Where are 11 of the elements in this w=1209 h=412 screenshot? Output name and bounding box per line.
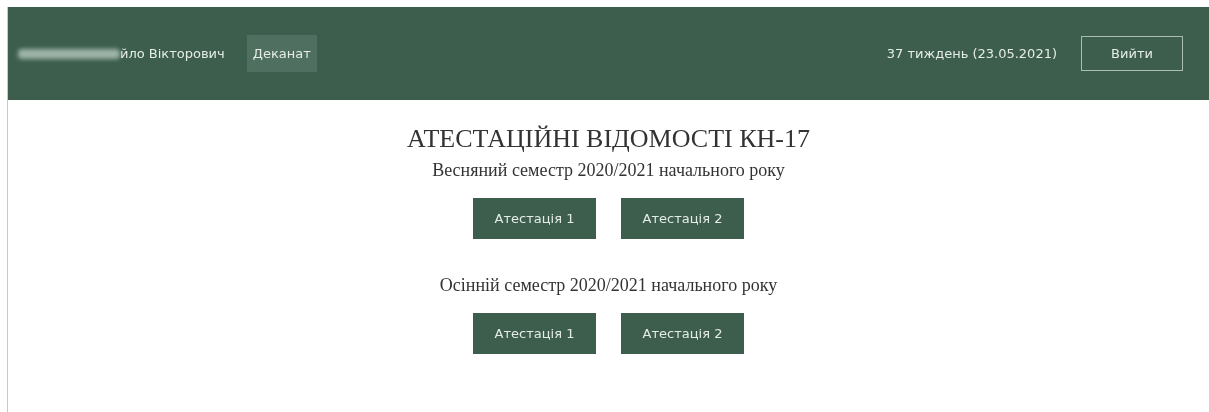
attestation-button[interactable]: Атестація 1 <box>473 313 596 354</box>
page-title: АТЕСТАЦІЙНІ ВІДОМОСТІ КН-17 <box>407 123 810 155</box>
semester-heading: Весняний семестр 2020/2021 начального року <box>432 159 785 182</box>
logout-button[interactable]: Вийти <box>1081 36 1183 71</box>
semester-heading: Осінній семестр 2020/2021 начального року <box>439 274 778 297</box>
attestation-button[interactable]: Атестація 2 <box>621 198 744 239</box>
nav-link[interactable]: Деканат <box>246 34 317 73</box>
week-label: 37 тиждень (23.05.2021) <box>886 44 1057 63</box>
attestation-button[interactable]: Атестація 1 <box>473 198 596 239</box>
attestation-button[interactable]: Атестація 2 <box>621 313 744 354</box>
user-name: йло Вікторович <box>120 44 225 63</box>
